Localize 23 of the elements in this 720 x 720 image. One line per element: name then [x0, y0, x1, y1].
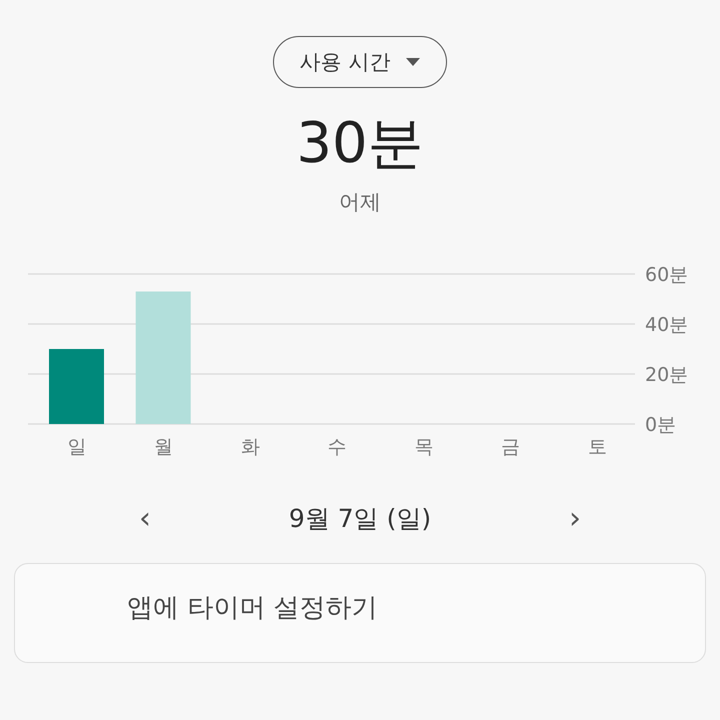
bar[interactable]: [136, 292, 191, 424]
dropdown-label: 사용 시간: [300, 49, 390, 76]
date-label: 9월 7일 (일): [288, 503, 432, 535]
usage-caption: 어제: [338, 189, 382, 216]
timer-card[interactable]: 앱에 타이머 설정하기: [14, 563, 706, 663]
axis-label: 일: [68, 436, 86, 458]
axis-label: 토: [588, 436, 607, 458]
axis-label: 60분: [645, 264, 688, 286]
axis-label: 40분: [645, 314, 688, 336]
axis-label: 화: [240, 436, 260, 458]
axis-label: 목: [414, 436, 434, 458]
caret-icon: [406, 58, 420, 66]
axis-label: 0분: [645, 414, 676, 436]
next-day-button[interactable]: ›: [562, 500, 588, 537]
axis-label: 수: [328, 436, 347, 458]
usage-total: 30분: [295, 110, 425, 178]
axis-label: 금: [501, 436, 520, 458]
previous-day-button[interactable]: ‹: [132, 500, 158, 537]
axis-label: 월: [154, 436, 174, 458]
period-dropdown[interactable]: 사용 시간: [272, 36, 448, 88]
axis-label: 20분: [645, 364, 688, 386]
bar[interactable]: [49, 349, 104, 424]
card-title: 앱에 타이머 설정하기: [127, 593, 378, 623]
